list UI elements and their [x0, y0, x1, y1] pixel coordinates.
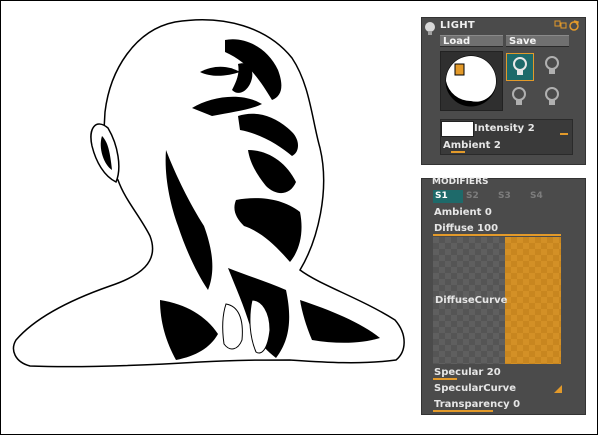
tab-s1[interactable]: S1	[433, 190, 463, 203]
light-position-marker	[454, 63, 465, 76]
transparency-label: Transparency	[434, 399, 510, 410]
modifiers-panel: MODIFIERS S1 S2 S3 S4 Ambient 0 Diffuse …	[421, 177, 586, 415]
light-bulb-icon	[545, 87, 559, 105]
panel-controls-icon[interactable]	[551, 20, 581, 32]
light-panel-title: LIGHT	[440, 20, 475, 31]
light-color-swatch[interactable]	[441, 121, 474, 137]
ambient-field[interactable]: Ambient 2	[443, 140, 501, 151]
diffuse-field[interactable]: Diffuse 100	[434, 223, 498, 234]
diffuse-curve-editor[interactable]: DiffuseCurve	[433, 237, 561, 364]
expand-corner-icon[interactable]	[554, 385, 562, 393]
diffuse-label: Diffuse	[434, 223, 474, 234]
transparency-slider[interactable]	[433, 410, 493, 412]
specular-curve-label: SpecularCurve	[434, 383, 516, 394]
tab-s4[interactable]: S4	[528, 190, 558, 203]
specular-label: Specular	[434, 367, 484, 378]
specular-slider[interactable]	[433, 378, 457, 380]
intensity-label: Intensity	[474, 123, 525, 134]
diffuse-value: 100	[477, 223, 499, 234]
light-slot-2[interactable]	[539, 53, 567, 81]
ambient-label: Ambient	[443, 140, 491, 151]
curve-label: DiffuseCurve	[435, 295, 508, 306]
load-button[interactable]: Load	[440, 35, 503, 47]
light-bulb-icon	[512, 87, 526, 105]
light-bulb-icon	[425, 22, 435, 35]
transparency-value: 0	[513, 399, 521, 410]
light-panel: LIGHT Load Save Intensity 2 Ambient 2	[421, 17, 586, 165]
light-slot-3[interactable]	[506, 84, 534, 112]
tab-s3[interactable]: S3	[496, 190, 526, 203]
render-canvas[interactable]	[0, 0, 420, 433]
diffuse-slider[interactable]	[433, 234, 561, 236]
ambient-slider[interactable]	[451, 151, 465, 153]
intensity-field[interactable]: Intensity 2	[474, 123, 535, 134]
tab-s2[interactable]: S2	[464, 190, 494, 203]
intensity-value: 2	[527, 123, 535, 134]
modifiers-title: MODIFIERS	[432, 177, 489, 187]
light-bulb-icon	[545, 56, 559, 74]
specular-value: 20	[486, 367, 501, 378]
ambient-value: 2	[493, 140, 501, 151]
mod-ambient-field[interactable]: Ambient 0	[434, 207, 492, 218]
mod-ambient-label: Ambient	[434, 207, 482, 218]
light-slot-1[interactable]	[506, 53, 534, 81]
save-button[interactable]: Save	[506, 35, 569, 47]
intensity-slider[interactable]	[560, 133, 568, 135]
mod-ambient-value: 0	[484, 207, 492, 218]
specular-field[interactable]: Specular 20	[434, 367, 501, 378]
specular-curve-field[interactable]: SpecularCurve	[434, 383, 516, 394]
light-placement-sphere[interactable]	[440, 51, 503, 111]
light-slot-4[interactable]	[539, 84, 567, 112]
sphere-preview	[445, 55, 497, 107]
light-bulb-icon	[513, 57, 527, 75]
transparency-field[interactable]: Transparency 0	[434, 399, 520, 410]
